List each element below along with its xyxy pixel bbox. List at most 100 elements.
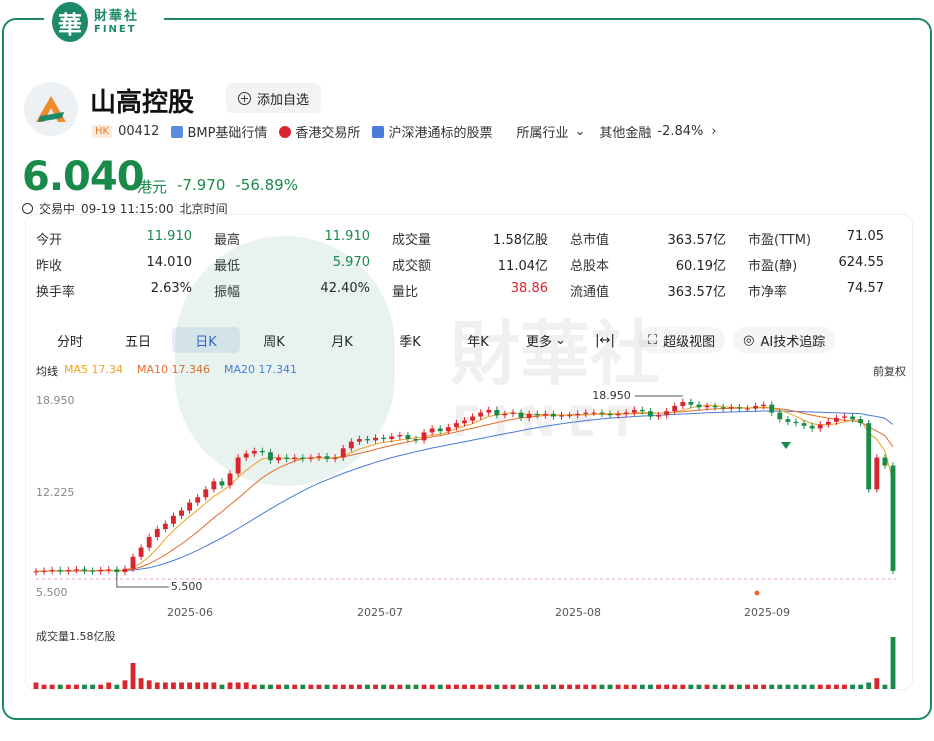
volume-bar bbox=[114, 684, 120, 689]
kline-chart: 財華社FINET18.95012.2255.5002025-06 2025-07 2… bbox=[33, 313, 896, 689]
volume-bar bbox=[324, 684, 330, 689]
volume-bar bbox=[858, 684, 864, 689]
candle-body bbox=[243, 453, 249, 458]
candle-body bbox=[462, 420, 467, 424]
candle-body bbox=[534, 413, 540, 416]
volume-bar bbox=[534, 684, 540, 689]
y-tick-label: 5.500 bbox=[36, 586, 68, 599]
candle-body bbox=[866, 423, 872, 490]
watermark-text: 財華社 bbox=[450, 313, 660, 395]
candle-body bbox=[259, 450, 265, 453]
candle-body bbox=[542, 413, 548, 416]
volume-bar bbox=[179, 682, 184, 689]
candle-body bbox=[696, 404, 702, 408]
volume-bar bbox=[656, 684, 661, 689]
candle-body bbox=[65, 570, 71, 572]
volume-bar bbox=[639, 684, 645, 689]
candle-body bbox=[122, 568, 128, 573]
volume-bar bbox=[130, 663, 136, 689]
volume-bar bbox=[203, 682, 209, 689]
volume-bar bbox=[615, 684, 621, 689]
candle-body bbox=[41, 570, 47, 572]
candle-body bbox=[567, 415, 573, 417]
volume-bar bbox=[259, 684, 265, 689]
volume-bar bbox=[591, 684, 597, 689]
candle-body bbox=[777, 412, 783, 420]
volume-bar bbox=[599, 684, 605, 689]
candle-body bbox=[648, 411, 653, 417]
volume-bar bbox=[211, 682, 217, 689]
candle-body bbox=[138, 547, 144, 557]
volume-bar bbox=[518, 684, 524, 689]
candle-body bbox=[607, 413, 613, 416]
volume-bar bbox=[809, 684, 815, 689]
y-tick-label: 18.950 bbox=[36, 394, 75, 407]
candle-body bbox=[761, 404, 767, 406]
volume-bar bbox=[769, 684, 775, 689]
volume-bar bbox=[316, 684, 322, 689]
volume-label: 成交量1.58亿股 bbox=[36, 629, 116, 643]
volume-bar bbox=[332, 684, 338, 689]
volume-bar bbox=[850, 684, 856, 689]
candle-body bbox=[631, 409, 637, 413]
volume-bar bbox=[413, 684, 419, 689]
candle-body bbox=[842, 416, 847, 418]
volume-bar bbox=[478, 684, 484, 689]
candle-body bbox=[405, 435, 411, 440]
volume-bar bbox=[462, 684, 467, 689]
candle-body bbox=[179, 510, 184, 516]
candle-body bbox=[502, 413, 508, 416]
volume-bar bbox=[219, 684, 225, 689]
volume-bar bbox=[421, 684, 427, 689]
volume-bar bbox=[397, 684, 403, 689]
candle-body bbox=[130, 556, 136, 569]
volume-bar bbox=[664, 684, 670, 689]
candle-body bbox=[251, 450, 257, 454]
volume-bar bbox=[122, 680, 128, 689]
candle-body bbox=[850, 416, 856, 420]
volume-bar bbox=[583, 684, 589, 689]
candle-body bbox=[284, 457, 290, 459]
candle-body bbox=[575, 413, 581, 416]
candle-body bbox=[381, 437, 387, 440]
volume-bar bbox=[33, 682, 39, 689]
volume-bar bbox=[470, 684, 476, 689]
candle-body bbox=[268, 452, 273, 461]
volume-bar bbox=[551, 684, 556, 689]
candle-body bbox=[187, 502, 193, 511]
volume-bar bbox=[575, 684, 581, 689]
candle-body bbox=[171, 515, 176, 524]
volume-bar bbox=[882, 684, 888, 689]
volume-bar bbox=[842, 684, 847, 689]
x-tick-label: 2025-08 bbox=[555, 606, 601, 619]
volume-bar bbox=[607, 684, 613, 689]
volume-bar bbox=[486, 684, 492, 689]
candle-body bbox=[672, 405, 678, 412]
volume-bar bbox=[761, 684, 767, 689]
candle-body bbox=[114, 569, 120, 573]
candle-body bbox=[235, 457, 241, 474]
candle-body bbox=[470, 416, 476, 421]
volume-bar bbox=[437, 684, 443, 689]
candle-body bbox=[106, 569, 112, 571]
volume-bar bbox=[866, 682, 872, 689]
candle-body bbox=[90, 570, 96, 572]
candle-body bbox=[623, 412, 629, 414]
candle-body bbox=[421, 432, 427, 441]
candle-body bbox=[680, 401, 686, 406]
volume-bar bbox=[146, 680, 152, 689]
volume-bar bbox=[793, 684, 799, 689]
volume-bar bbox=[235, 682, 241, 689]
volume-bar bbox=[49, 684, 55, 689]
volume-bar bbox=[696, 684, 702, 689]
volume-bar bbox=[445, 684, 451, 689]
volume-bar bbox=[90, 684, 96, 689]
candle-body bbox=[73, 569, 79, 571]
candle-body bbox=[769, 404, 775, 413]
candle-body bbox=[453, 423, 459, 428]
candle-body bbox=[559, 415, 564, 417]
event-marker-triangle bbox=[781, 442, 791, 449]
candle-body bbox=[146, 536, 152, 548]
volume-bar bbox=[680, 684, 686, 689]
candle-body bbox=[445, 427, 451, 432]
